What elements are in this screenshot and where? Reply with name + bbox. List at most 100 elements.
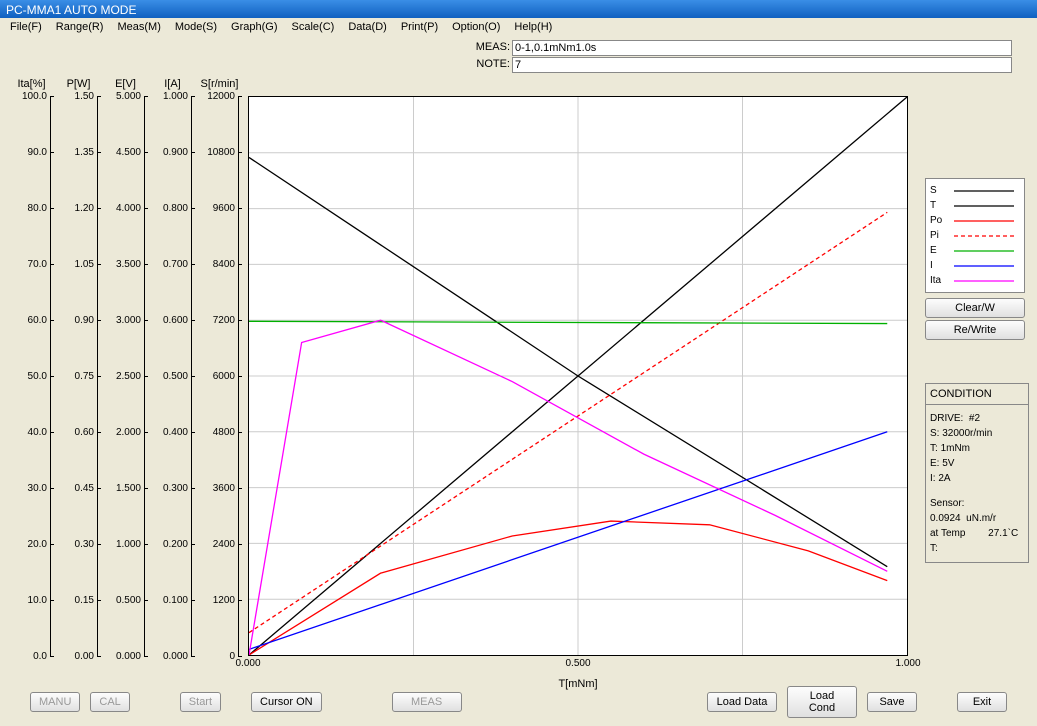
rewrite-button[interactable]: Re/Write — [925, 320, 1025, 340]
y-tick-label: 2400 — [213, 539, 235, 550]
y-tick-label: 0.45 — [75, 483, 94, 494]
y-tick-label: 4.500 — [116, 147, 141, 158]
menu-data[interactable]: Data(D) — [342, 20, 393, 36]
y-tick-label: 0.000 — [163, 651, 188, 662]
menu-scale[interactable]: Scale(C) — [286, 20, 341, 36]
menu-mode[interactable]: Mode(S) — [169, 20, 223, 36]
legend-label: S — [930, 185, 950, 196]
menu-print[interactable]: Print(P) — [395, 20, 444, 36]
y-tick-label: 0 — [229, 651, 235, 662]
cond-temp-lbl: at Temp — [930, 528, 965, 539]
y-tick-label: 1.35 — [75, 147, 94, 158]
menu-graph[interactable]: Graph(G) — [225, 20, 283, 36]
legend-label: I — [930, 260, 950, 271]
y-axis: S[r/min]12000108009600840072006000480036… — [196, 78, 243, 663]
cond-drive-val: #2 — [969, 413, 980, 424]
cal-button[interactable]: CAL — [90, 692, 129, 712]
legend: ST Po Pi EI Ita — [925, 178, 1025, 293]
cond-s-lbl: S: — [930, 428, 939, 439]
y-tick-label: 0.900 — [163, 147, 188, 158]
y-tick-label: 0.700 — [163, 259, 188, 270]
condition-title: CONDITION — [926, 384, 1028, 405]
menu-range[interactable]: Range(R) — [50, 20, 110, 36]
manu-button[interactable]: MANU — [30, 692, 80, 712]
exit-button[interactable]: Exit — [957, 692, 1007, 712]
cond-e-val: 5V — [942, 458, 954, 469]
note-label: NOTE: — [475, 57, 510, 73]
side-buttons: Clear/W Re/Write — [925, 298, 1025, 340]
y-tick-label: 0.15 — [75, 595, 94, 606]
condition-panel: CONDITION DRIVE: #2 S: 32000r/min T: 1mN… — [925, 383, 1029, 563]
save-button[interactable]: Save — [867, 692, 917, 712]
menubar: File(F) Range(R) Meas(M) Mode(S) Graph(G… — [0, 18, 1037, 38]
chart-svg — [249, 97, 907, 655]
start-button[interactable]: Start — [180, 692, 221, 712]
y-tick-label: 1.50 — [75, 91, 94, 102]
y-tick-label: 1.000 — [163, 91, 188, 102]
clear-button[interactable]: Clear/W — [925, 298, 1025, 318]
y-tick-label: 12000 — [207, 91, 235, 102]
meas-input[interactable] — [512, 40, 1012, 56]
legend-row: E — [930, 243, 1020, 258]
y-axes: Ita[%]100.090.080.070.060.050.040.030.02… — [8, 78, 243, 663]
menu-option[interactable]: Option(O) — [446, 20, 506, 36]
y-tick-label: 0.30 — [75, 539, 94, 550]
legend-row: Po — [930, 213, 1020, 228]
series-I — [249, 432, 887, 650]
meas-button[interactable]: MEAS — [392, 692, 462, 712]
y-tick-label: 0.60 — [75, 427, 94, 438]
y-tick-label: 0.500 — [116, 595, 141, 606]
series-Pi — [249, 212, 887, 632]
y-tick-label: 1.20 — [75, 203, 94, 214]
load-data-button[interactable]: Load Data — [707, 692, 777, 712]
y-tick-label: 100.0 — [22, 91, 47, 102]
legend-label: Ita — [930, 275, 950, 286]
y-tick-label: 0.000 — [116, 651, 141, 662]
cond-e-lbl: E: — [930, 458, 939, 469]
y-axis: Ita[%]100.090.080.070.060.050.040.030.02… — [8, 78, 55, 663]
load-cond-button[interactable]: Load Cond — [787, 686, 857, 718]
legend-row: T — [930, 198, 1020, 213]
legend-label: Pi — [930, 230, 950, 241]
y-tick-label: 1.05 — [75, 259, 94, 270]
y-tick-label: 20.0 — [28, 539, 47, 550]
cond-temp-val: 27.1`C — [988, 528, 1018, 539]
y-tick-label: 10.0 — [28, 595, 47, 606]
y-tick-label: 0.90 — [75, 315, 94, 326]
cond-t-val: 1mNm — [941, 443, 970, 454]
y-tick-label: 4800 — [213, 427, 235, 438]
cursor-button[interactable]: Cursor ON — [251, 692, 322, 712]
y-tick-label: 3.500 — [116, 259, 141, 270]
legend-label: T — [930, 200, 950, 211]
y-tick-label: 90.0 — [28, 147, 47, 158]
y-tick-label: 80.0 — [28, 203, 47, 214]
meas-label: MEAS: — [475, 40, 510, 56]
y-tick-label: 8400 — [213, 259, 235, 270]
menu-meas[interactable]: Meas(M) — [111, 20, 166, 36]
y-tick-label: 6000 — [213, 371, 235, 382]
y-tick-label: 0.75 — [75, 371, 94, 382]
cond-sensor-val: 0.0924 — [930, 513, 961, 524]
x-tick-label: 0.000 — [235, 658, 260, 669]
cond-i-val: 2A — [938, 473, 950, 484]
note-input[interactable] — [512, 57, 1012, 73]
y-tick-label: 0.400 — [163, 427, 188, 438]
y-tick-label: 5.000 — [116, 91, 141, 102]
x-tick-label: 1.000 — [895, 658, 920, 669]
y-tick-label: 3.000 — [116, 315, 141, 326]
menu-help[interactable]: Help(H) — [508, 20, 558, 36]
cond-sensor-unit: uN.m/r — [966, 513, 996, 524]
y-tick-label: 3600 — [213, 483, 235, 494]
y-tick-label: 60.0 — [28, 315, 47, 326]
cond-sensor-lbl: Sensor: — [930, 498, 964, 509]
y-tick-label: 50.0 — [28, 371, 47, 382]
y-tick-label: 70.0 — [28, 259, 47, 270]
y-tick-label: 0.500 — [163, 371, 188, 382]
x-axis-ticks: 0.0000.5001.000 — [248, 658, 908, 672]
y-tick-label: 9600 — [213, 203, 235, 214]
y-tick-label: 1.000 — [116, 539, 141, 550]
legend-row: Ita — [930, 273, 1020, 288]
y-tick-label: 4.000 — [116, 203, 141, 214]
menu-file[interactable]: File(F) — [4, 20, 48, 36]
y-tick-label: 0.200 — [163, 539, 188, 550]
